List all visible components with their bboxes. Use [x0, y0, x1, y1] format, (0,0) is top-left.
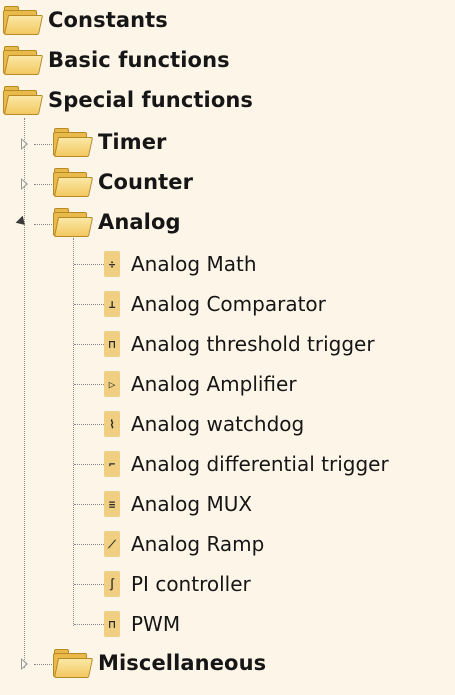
folder-open-icon	[52, 208, 94, 237]
leaf-label: Analog Comparator	[131, 292, 326, 316]
tree-line	[74, 384, 104, 385]
tree-line	[74, 304, 104, 305]
tree-leaf-analog-comparator[interactable]: ⊥ Analog Comparator	[104, 286, 326, 322]
tree-leaf-pwm[interactable]: ⊓ PWM	[104, 606, 180, 642]
expand-arrow-icon[interactable]	[17, 657, 31, 671]
tree-line	[73, 238, 74, 626]
analog-amplifier-icon: ▷	[104, 371, 120, 397]
leaf-label: Analog MUX	[131, 492, 253, 516]
folder-open-icon	[2, 86, 44, 115]
collapse-arrow-icon[interactable]	[15, 215, 29, 229]
node-label: Timer	[98, 130, 167, 154]
tree-line	[74, 464, 104, 465]
leaf-label: PWM	[131, 612, 181, 636]
leaf-label: Analog Amplifier	[131, 372, 297, 396]
expand-arrow-icon[interactable]	[17, 137, 31, 151]
tree-line	[74, 624, 104, 625]
tree-leaf-analog-ramp[interactable]: ⟋ Analog Ramp	[104, 526, 264, 562]
tree-node-basic-functions[interactable]: Basic functions	[2, 42, 230, 78]
tree-line	[24, 118, 25, 668]
node-label: Miscellaneous	[98, 651, 267, 675]
tree-node-miscellaneous[interactable]: Miscellaneous	[52, 645, 266, 681]
analog-ramp-icon: ⟋	[104, 531, 120, 557]
tree-line	[74, 584, 104, 585]
leaf-label: Analog Math	[131, 252, 257, 276]
tree-node-special-functions[interactable]: Special functions	[2, 82, 253, 118]
tree-leaf-analog-amplifier[interactable]: ▷ Analog Amplifier	[104, 366, 297, 402]
leaf-label: Analog differential trigger	[131, 452, 389, 476]
leaf-label: Analog watchdog	[131, 412, 305, 436]
leaf-label: Analog Ramp	[131, 532, 265, 556]
tree-line	[74, 344, 104, 345]
analog-watchdog-icon: ⌇	[104, 411, 120, 437]
tree-line	[34, 184, 52, 185]
node-label: Special functions	[48, 88, 254, 112]
tree-node-timer[interactable]: Timer	[52, 124, 167, 160]
expand-arrow-icon[interactable]	[17, 177, 31, 191]
tree-leaf-analog-watchdog[interactable]: ⌇ Analog watchdog	[104, 406, 304, 442]
pi-controller-icon: ∫	[104, 571, 120, 597]
tree-node-counter[interactable]: Counter	[52, 164, 193, 200]
tree-leaf-pi-controller[interactable]: ∫ PI controller	[104, 566, 251, 602]
tree-line	[74, 424, 104, 425]
tree-leaf-analog-mux[interactable]: ≡ Analog MUX	[104, 486, 252, 522]
tree-line	[74, 504, 104, 505]
folder-icon	[2, 6, 44, 35]
tree-line	[34, 144, 52, 145]
node-label: Counter	[98, 170, 194, 194]
analog-math-icon: ÷	[104, 251, 120, 277]
folder-icon	[52, 128, 94, 157]
analog-comparator-icon: ⊥	[104, 291, 120, 317]
analog-threshold-trigger-icon: ⊓	[104, 331, 120, 357]
node-label: Basic functions	[48, 48, 230, 72]
leaf-label: PI controller	[131, 572, 251, 596]
leaf-label: Analog threshold trigger	[131, 332, 375, 356]
tree-line	[34, 664, 52, 665]
tree-leaf-analog-differential-trigger[interactable]: ⌐ Analog differential trigger	[104, 446, 389, 482]
folder-icon	[52, 168, 94, 197]
tree-line	[74, 544, 104, 545]
node-label: Constants	[48, 8, 168, 32]
node-label: Analog	[98, 210, 181, 234]
folder-icon	[52, 649, 94, 678]
analog-differential-trigger-icon: ⌐	[104, 451, 120, 477]
tree-node-analog[interactable]: Analog	[52, 204, 181, 240]
pwm-icon: ⊓	[104, 611, 120, 637]
tree-line	[74, 264, 104, 265]
tree-leaf-analog-math[interactable]: ÷ Analog Math	[104, 246, 257, 282]
function-tree: Constants Basic functions Special functi…	[0, 0, 455, 695]
folder-icon	[2, 46, 44, 75]
tree-node-constants[interactable]: Constants	[2, 2, 168, 38]
tree-leaf-analog-threshold-trigger[interactable]: ⊓ Analog threshold trigger	[104, 326, 375, 362]
analog-mux-icon: ≡	[104, 491, 120, 517]
tree-line	[34, 224, 52, 225]
